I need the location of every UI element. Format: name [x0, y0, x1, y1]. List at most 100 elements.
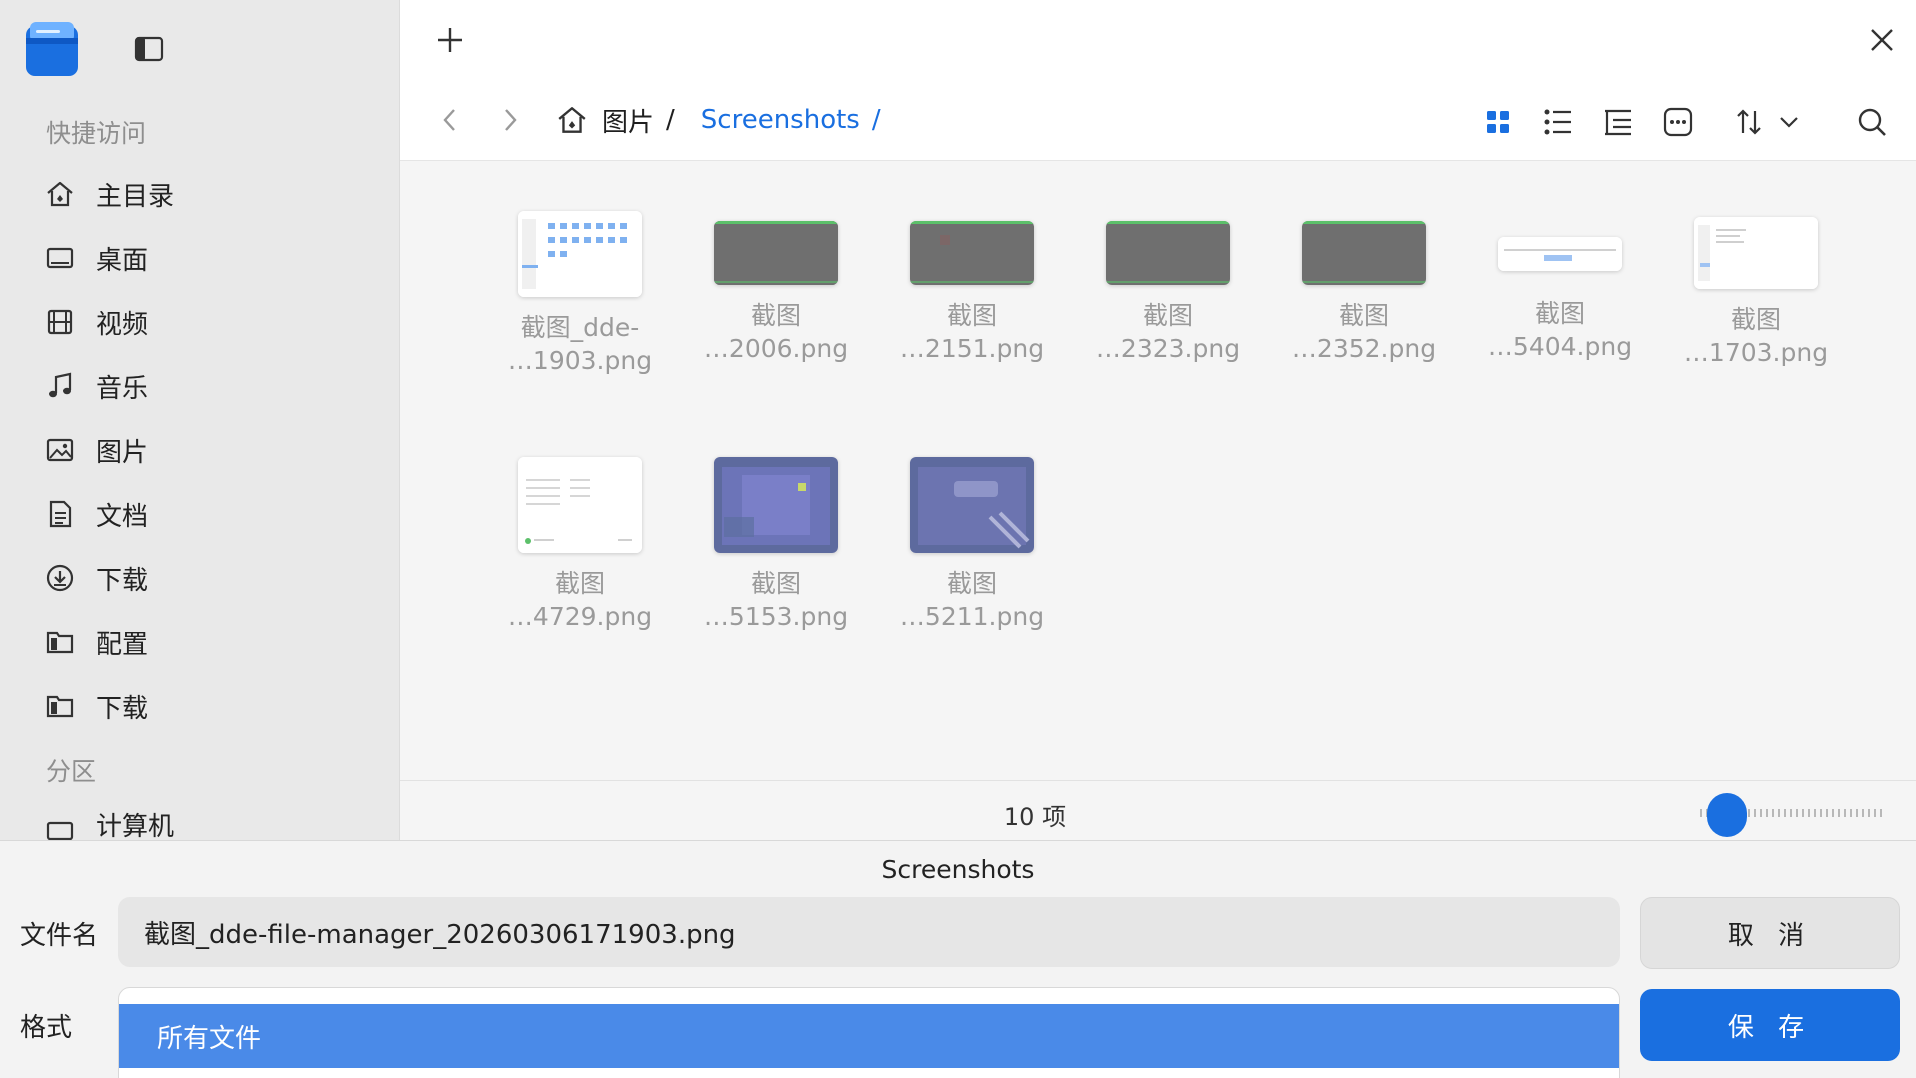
file-name-line2: …5211.png	[899, 602, 1045, 631]
file-view[interactable]: 截图_dde- …1903.png 截图 …2006.png 截图 …2151.…	[400, 160, 1916, 780]
file-save-dialog: 快捷访问 主目录 桌面 视频 音乐 图片 文档 下载 配置 下载 分区 计算机 …	[0, 0, 1916, 1078]
file-thumbnail	[1302, 221, 1426, 285]
sidebar-item-documents[interactable]: 文档	[40, 488, 380, 540]
filename-label: 文件名	[20, 921, 99, 951]
file-name-line1: 截图	[1338, 301, 1389, 330]
zoom-slider-handle[interactable]	[1707, 793, 1748, 837]
sidebar-item-config[interactable]: 配置	[40, 616, 380, 668]
file-thumbnail	[1106, 221, 1230, 285]
tree-view-icon	[1605, 109, 1631, 136]
file-name-line1: 截图	[946, 569, 997, 598]
sidebar: 快捷访问 主目录 桌面 视频 音乐 图片 文档 下载 配置 下载 分区 计算机	[0, 0, 400, 840]
file-item[interactable]: 截图 …5153.png	[688, 457, 864, 633]
file-name-line1: 截图	[1730, 305, 1781, 334]
computer-icon	[40, 806, 80, 840]
sidebar-item-pictures[interactable]: 图片	[40, 424, 380, 476]
file-item[interactable]: 截图 …1703.png	[1668, 211, 1844, 369]
breadcrumb: 图片 / Screenshots /	[554, 98, 881, 142]
file-thumbnail	[910, 221, 1034, 285]
sidebar-item-label: 图片	[96, 437, 149, 468]
file-thumbnail	[1498, 237, 1622, 271]
folder-icon	[40, 622, 80, 662]
file-name-line2: …2151.png	[899, 334, 1045, 363]
sidebar-item-downloads-2[interactable]: 下载	[40, 680, 380, 732]
music-icon	[40, 366, 80, 406]
sidebar-item-computer[interactable]: 计算机	[40, 806, 380, 840]
main-panel: 图片 / Screenshots / 截图_dde- …1903.png 截图 …	[400, 0, 1916, 840]
tree-view-button[interactable]	[1596, 100, 1640, 144]
sidebar-item-label: 桌面	[96, 245, 149, 276]
grid-view-icon	[1487, 111, 1509, 133]
sort-button[interactable]	[1730, 100, 1810, 144]
current-directory-label: Screenshots	[881, 855, 1035, 884]
search-icon	[1858, 108, 1886, 136]
breadcrumb-current[interactable]: Screenshots	[701, 105, 860, 135]
format-label: 格式	[20, 1013, 73, 1043]
file-thumbnail	[518, 211, 642, 297]
save-panel: Screenshots 文件名 取 消 格式 所有文件 保 存	[0, 840, 1916, 1078]
icon-view-button[interactable]	[1476, 100, 1520, 144]
sidebar-item-label: 文档	[96, 501, 149, 532]
file-thumbnail	[518, 457, 642, 553]
more-options-button[interactable]	[1656, 100, 1700, 144]
sidebar-item-label: 音乐	[96, 373, 149, 404]
sidebar-item-downloads[interactable]: 下载	[40, 552, 380, 604]
sidebar-item-video[interactable]: 视频	[40, 296, 380, 348]
format-dropdown[interactable]: 所有文件	[118, 987, 1620, 1078]
sidebar-item-music[interactable]: 音乐	[40, 360, 380, 412]
partition-title: 分区	[46, 757, 97, 786]
file-item[interactable]: 截图 …5404.png	[1472, 211, 1648, 363]
picture-icon	[40, 430, 80, 470]
file-item[interactable]: 截图 …2006.png	[688, 211, 864, 365]
close-button[interactable]	[1862, 20, 1902, 60]
search-button[interactable]	[1850, 100, 1894, 144]
file-thumbnail	[910, 457, 1034, 553]
list-view-icon	[1544, 109, 1571, 135]
file-item[interactable]: 截图 …2352.png	[1276, 211, 1452, 365]
file-name-line1: 截图	[1142, 301, 1193, 330]
file-name-line2: …1703.png	[1683, 338, 1829, 367]
sidebar-item-label: 下载	[96, 565, 149, 596]
close-icon	[1871, 29, 1893, 51]
file-item[interactable]: 截图_dde- …1903.png	[492, 211, 668, 377]
file-name-line1: 截图_dde-	[520, 313, 640, 342]
file-item[interactable]: 截图 …4729.png	[492, 457, 668, 633]
file-name-line2: …2323.png	[1095, 334, 1241, 363]
file-item[interactable]: 截图 …2151.png	[884, 211, 1060, 365]
filename-input[interactable]	[118, 897, 1620, 967]
file-name-line1: 截图	[1534, 299, 1585, 328]
file-name-line2: …4729.png	[507, 602, 653, 631]
forward-button[interactable]	[490, 100, 530, 140]
cancel-button[interactable]: 取 消	[1640, 897, 1900, 969]
sidebar-item-label: 视频	[96, 309, 149, 340]
back-button[interactable]	[430, 100, 470, 140]
sidebar-item-desktop[interactable]: 桌面	[40, 232, 380, 284]
file-item[interactable]: 截图 …5211.png	[884, 457, 1060, 633]
folder-icon	[40, 686, 80, 726]
file-thumbnail	[714, 221, 838, 285]
file-name-line2: …2352.png	[1291, 334, 1437, 363]
plus-icon	[438, 28, 462, 52]
sidebar-item-label: 计算机	[96, 812, 175, 840]
sidebar-item-home[interactable]: 主目录	[40, 168, 380, 220]
sidebar-toggle-button[interactable]	[132, 34, 166, 64]
download-icon	[40, 558, 80, 598]
status-bar: 10 项	[400, 780, 1916, 840]
document-icon	[40, 494, 80, 534]
breadcrumb-separator: /	[666, 105, 675, 135]
new-tab-button[interactable]	[430, 20, 470, 60]
save-button[interactable]: 保 存	[1640, 989, 1900, 1061]
more-icon	[1663, 107, 1693, 137]
home-icon	[40, 174, 80, 214]
file-name-line2: …1903.png	[507, 346, 653, 375]
breadcrumb-parent[interactable]: 图片	[602, 102, 654, 139]
file-thumbnail	[714, 457, 838, 553]
chevron-left-icon	[443, 109, 455, 131]
format-option-selected[interactable]: 所有文件	[119, 1004, 1619, 1068]
file-item[interactable]: 截图 …2323.png	[1080, 211, 1256, 365]
list-view-button[interactable]	[1536, 100, 1580, 144]
file-thumbnail	[1694, 217, 1818, 289]
breadcrumb-home-icon[interactable]	[554, 102, 590, 138]
file-name-line1: 截图	[750, 569, 801, 598]
file-manager-app-icon	[24, 20, 80, 78]
